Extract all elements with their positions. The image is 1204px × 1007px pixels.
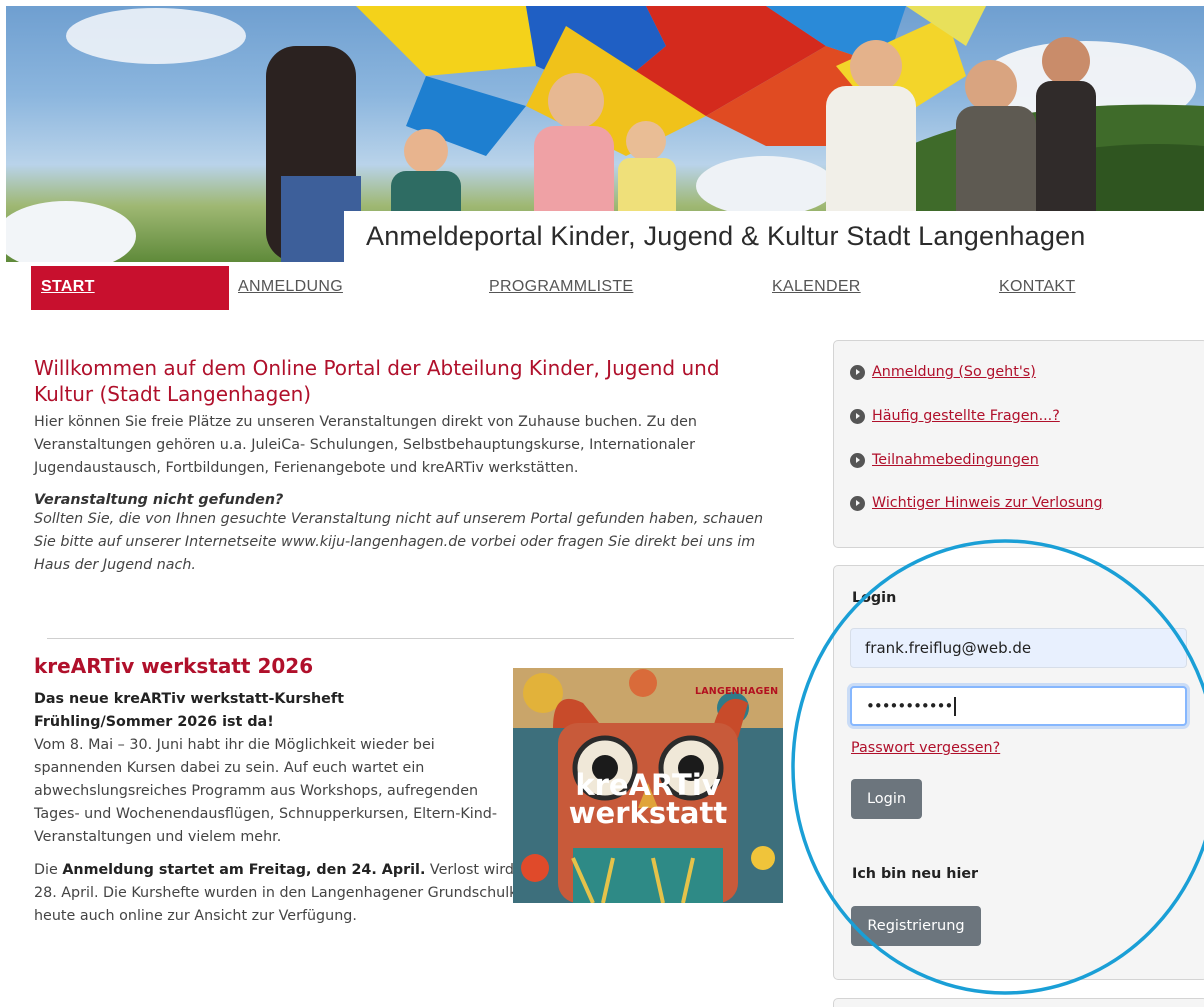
info-links-card: Anmeldung (So geht's) Häufig gestellte F…: [833, 340, 1204, 548]
nav-kontakt[interactable]: KONTAKT: [999, 266, 1075, 310]
registration-start-date: Anmeldung startet am Freitag, den 24. Ap…: [62, 862, 426, 878]
login-button[interactable]: Login: [851, 779, 922, 819]
link-row-verlosung: Wichtiger Hinweis zur Verlosung: [850, 492, 1103, 514]
register-button[interactable]: Registrierung: [851, 906, 981, 946]
password-field[interactable]: •••••••••••: [850, 686, 1187, 726]
link-row-faq: Häufig gestellte Fragen...?: [850, 405, 1060, 427]
poster-title-line2: werkstatt: [568, 796, 728, 830]
link-hinweis-verlosung[interactable]: Wichtiger Hinweis zur Verlosung: [872, 495, 1103, 511]
link-row-anmeldung: Anmeldung (So geht's): [850, 361, 1036, 383]
nav-start[interactable]: START: [31, 266, 229, 310]
kreartiv-text: Vom 8. Mai – 30. Juni habt ihr die Mögli…: [34, 737, 498, 845]
not-found-heading: Veranstaltung nicht gefunden?: [34, 492, 284, 508]
chevron-circle-icon: [850, 452, 865, 468]
password-value: •••••••••••: [866, 697, 953, 715]
email-field[interactable]: frank.freiflug@web.de: [850, 628, 1187, 668]
welcome-title: Willkommen auf dem Online Portal der Abt…: [34, 356, 720, 406]
not-found-text: Sollten Sie, die von Ihnen gesuchte Vera…: [34, 511, 764, 573]
portal-title: Anmeldeportal Kinder, Jugend & Kultur St…: [366, 221, 1086, 251]
link-anmeldung-so-gehts[interactable]: Anmeldung (So geht's): [872, 364, 1036, 380]
kreartiv-subtitle: Das neue kreARTiv werkstatt-Kursheft Frü…: [34, 691, 344, 730]
welcome-intro: Hier können Sie freie Plätze zu unseren …: [34, 414, 697, 476]
login-heading: Login: [852, 590, 897, 606]
portal-title-box: Anmeldeportal Kinder, Jugend & Kultur St…: [344, 211, 1204, 262]
link-row-teilnahme: Teilnahmebedingungen: [850, 449, 1039, 471]
link-faq[interactable]: Häufig gestellte Fragen...?: [872, 408, 1060, 424]
text-caret: [954, 696, 956, 716]
next-sidebar-card: [833, 998, 1204, 1007]
chevron-circle-icon: [850, 408, 865, 424]
hero-banner: Anmeldeportal Kinder, Jugend & Kultur St…: [6, 6, 1204, 262]
langenhagen-logo-text: LANGENHAGEN: [695, 686, 779, 697]
link-teilnahmebedingungen[interactable]: Teilnahmebedingungen: [872, 452, 1039, 468]
welcome-section: Willkommen auf dem Online Portal der Abt…: [34, 355, 794, 577]
nav-programmliste[interactable]: PROGRAMMLISTE: [489, 266, 633, 310]
new-user-heading: Ich bin neu hier: [852, 866, 979, 882]
nav-anmeldung[interactable]: ANMELDUNG: [238, 266, 343, 310]
main-nav: START ANMELDUNG PROGRAMMLISTE KALENDER K…: [0, 264, 1204, 310]
registration-info-prefix: Die: [34, 862, 63, 878]
forgot-password-link[interactable]: Passwort vergessen?: [851, 740, 1000, 756]
nav-kalender[interactable]: KALENDER: [772, 266, 861, 310]
email-value: frank.freiflug@web.de: [865, 639, 1032, 657]
section-divider: [47, 638, 794, 639]
chevron-circle-icon: [850, 495, 865, 511]
chevron-circle-icon: [850, 364, 865, 380]
